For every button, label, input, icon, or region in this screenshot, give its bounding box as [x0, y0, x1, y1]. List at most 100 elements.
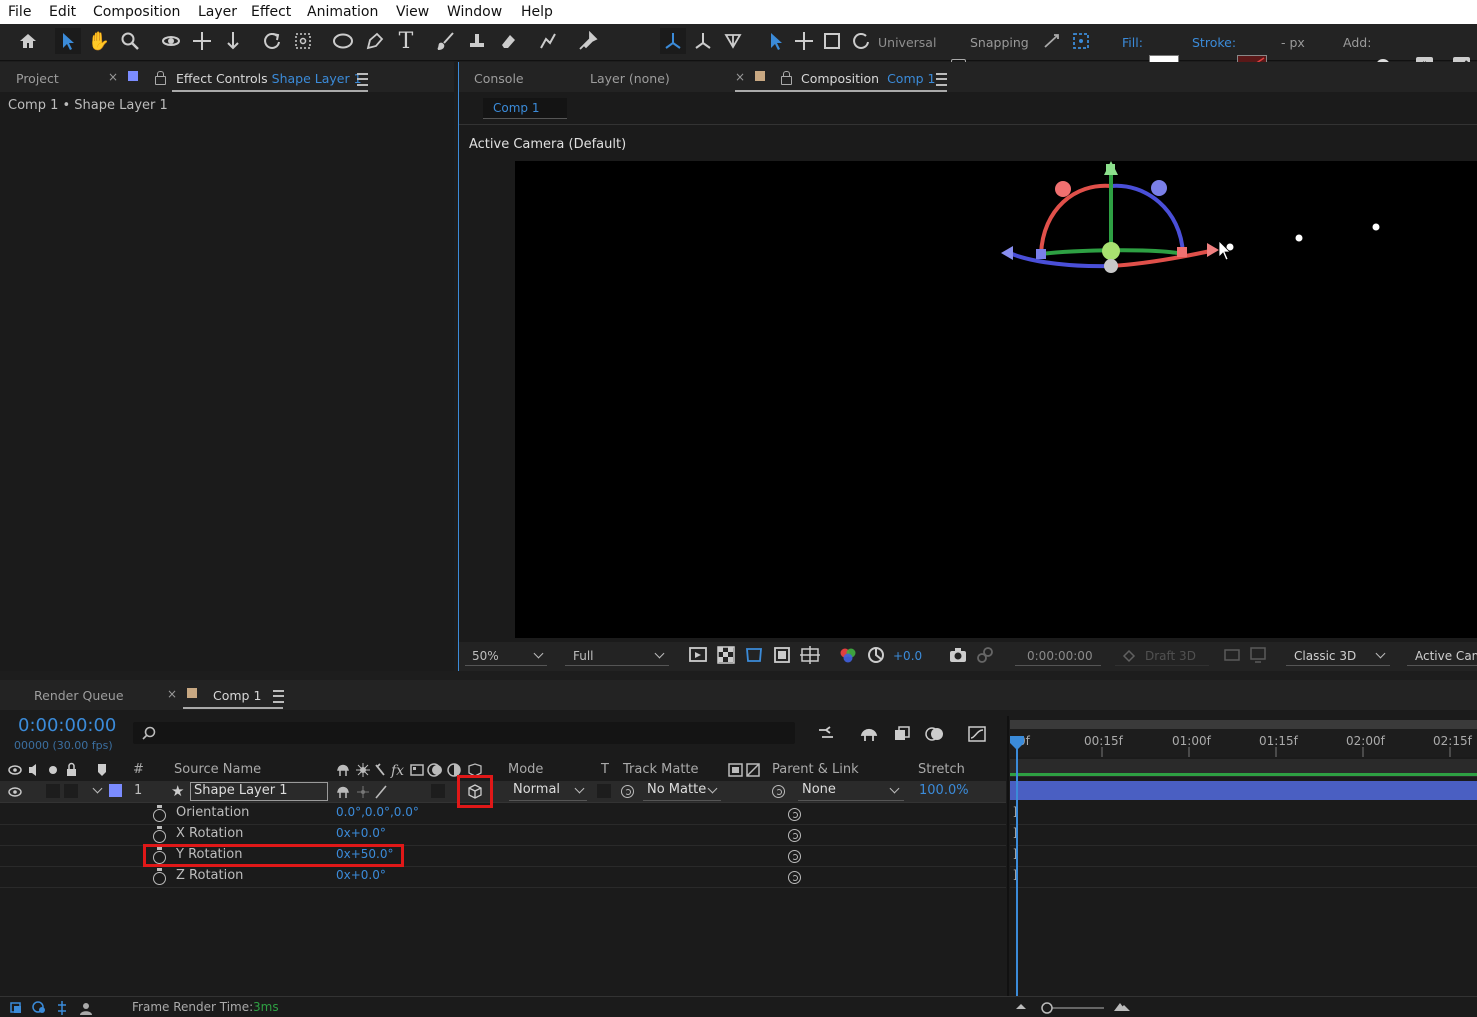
- dolly-camera-icon[interactable]: [220, 28, 246, 54]
- expression-pickwhip-icon[interactable]: [788, 829, 801, 842]
- tab-console[interactable]: Console: [474, 71, 524, 86]
- brush-tool-icon[interactable]: [433, 28, 459, 54]
- menu-effect[interactable]: Effect: [251, 4, 291, 20]
- zoom-slider[interactable]: [1014, 999, 1134, 1015]
- work-area-bar[interactable]: [1010, 720, 1477, 729]
- color-channels-icon[interactable]: [837, 644, 859, 666]
- col-parent-link[interactable]: Parent & Link: [772, 762, 859, 777]
- current-time-display[interactable]: 0:00:00:00: [18, 715, 116, 736]
- menu-file[interactable]: File: [8, 4, 31, 20]
- eraser-tool-icon[interactable]: [495, 28, 521, 54]
- shy-layers-icon[interactable]: [857, 722, 881, 746]
- stopwatch-icon[interactable]: [153, 805, 166, 822]
- layer-label-color[interactable]: [109, 784, 122, 797]
- view-axis-mode-icon[interactable]: [720, 28, 746, 54]
- preserve-transparency-toggle[interactable]: [597, 784, 611, 798]
- exposure-value[interactable]: +0.0: [893, 649, 922, 663]
- 3d-gizmo[interactable]: [515, 161, 1477, 638]
- close-icon[interactable]: ×: [167, 687, 177, 701]
- layer-name-field[interactable]: Shape Layer 1: [190, 782, 328, 801]
- layer-row[interactable]: 1 ★ Shape Layer 1 Normal No Matte None 1…: [0, 781, 1006, 803]
- track-matte-dropdown[interactable]: No Matte: [643, 782, 721, 801]
- menu-edit[interactable]: Edit: [49, 4, 76, 20]
- lock-toggle[interactable]: [64, 784, 78, 798]
- zoom-tool-icon[interactable]: [117, 28, 143, 54]
- local-axis-mode-icon[interactable]: [660, 28, 686, 54]
- layer-duration-bar[interactable]: [1017, 781, 1477, 800]
- panel-menu-icon[interactable]: [273, 690, 284, 703]
- tab-comp-timeline[interactable]: Comp 1: [213, 688, 261, 703]
- lock-icon[interactable]: [781, 71, 792, 85]
- universal-scale-icon[interactable]: [819, 28, 845, 54]
- parent-dropdown[interactable]: None: [798, 782, 904, 801]
- home-icon[interactable]: [15, 28, 41, 54]
- current-time-indicator[interactable]: [1016, 738, 1018, 996]
- timeline-search-input[interactable]: [133, 722, 795, 744]
- col-mode[interactable]: Mode: [508, 762, 543, 777]
- panel-menu-icon[interactable]: [936, 73, 947, 86]
- panel-menu-icon[interactable]: [357, 73, 368, 86]
- universal-select-icon[interactable]: [763, 28, 789, 54]
- snap-target-icon[interactable]: [1068, 28, 1094, 54]
- rotation-tool-icon[interactable]: [259, 28, 285, 54]
- resolution-dropdown[interactable]: Full: [565, 647, 669, 666]
- selection-tool-icon[interactable]: [55, 28, 81, 54]
- composition-flowchart-icon[interactable]: [815, 722, 839, 746]
- snapping-options-icon[interactable]: [1039, 28, 1065, 54]
- anchor-point-tool-icon[interactable]: [290, 28, 316, 54]
- tab-render-queue[interactable]: Render Queue: [34, 688, 124, 703]
- snapshot-camera-icon[interactable]: [947, 644, 969, 666]
- tab-layer[interactable]: Layer (none): [590, 71, 670, 86]
- universal-move-icon[interactable]: [791, 28, 817, 54]
- blend-mode-dropdown[interactable]: Normal: [509, 782, 587, 801]
- property-value[interactable]: 0.0°,0.0°,0.0°: [336, 805, 419, 819]
- stretch-value[interactable]: 100.0%: [919, 783, 969, 798]
- pan-camera-icon[interactable]: [189, 28, 215, 54]
- col-stretch[interactable]: Stretch: [918, 762, 965, 777]
- draft-3d-toggle[interactable]: Draft 3D: [1115, 647, 1209, 666]
- mask-visibility-icon[interactable]: [743, 644, 765, 666]
- show-snapshot-icon[interactable]: [974, 644, 996, 666]
- timecode-display[interactable]: 0:00:00:00: [1015, 647, 1101, 666]
- roto-brush-tool-icon[interactable]: [535, 28, 561, 54]
- menu-layer[interactable]: Layer: [198, 4, 237, 20]
- stroke-width-value[interactable]: - px: [1281, 35, 1305, 50]
- type-tool-icon[interactable]: T: [393, 28, 419, 54]
- lock-icon[interactable]: [155, 71, 166, 85]
- property-value[interactable]: 0x+0.0°: [336, 826, 386, 840]
- universal-rotate-icon[interactable]: [848, 28, 874, 54]
- menu-view[interactable]: View: [396, 4, 429, 20]
- grid-guides-icon[interactable]: [799, 644, 821, 666]
- world-axis-mode-icon[interactable]: [690, 28, 716, 54]
- frame-blending-icon[interactable]: [890, 722, 914, 746]
- transparency-grid-icon[interactable]: [715, 644, 737, 666]
- ellipse-tool-icon[interactable]: [330, 28, 356, 54]
- expand-chevron-icon[interactable]: [92, 783, 103, 794]
- solo-toggle[interactable]: [46, 784, 60, 798]
- menu-window[interactable]: Window: [447, 4, 502, 20]
- always-preview-icon[interactable]: [687, 644, 709, 666]
- property-value[interactable]: 0x+0.0°: [336, 868, 386, 882]
- graph-editor-icon[interactable]: [965, 722, 989, 746]
- close-icon[interactable]: ×: [735, 70, 745, 84]
- stopwatch-icon[interactable]: [153, 868, 166, 885]
- menu-composition[interactable]: Composition: [93, 4, 180, 20]
- expression-pickwhip-icon[interactable]: [788, 808, 801, 821]
- clone-stamp-tool-icon[interactable]: [464, 28, 490, 54]
- extended-viewer-icon[interactable]: [1221, 644, 1243, 666]
- puppet-pin-tool-icon[interactable]: [575, 28, 601, 54]
- motion-blur-icon[interactable]: [923, 722, 947, 746]
- tab-composition[interactable]: Composition Comp 1: [801, 71, 935, 86]
- adjustment-switch[interactable]: [431, 784, 445, 798]
- col-track-matte[interactable]: Track Matte: [623, 762, 699, 777]
- orbit-camera-icon[interactable]: [158, 28, 184, 54]
- parent-pickwhip-icon[interactable]: [772, 785, 785, 798]
- time-ruler[interactable]: 0f 00:15f 01:00f 01:15f 02:00f 02:15f: [1010, 720, 1477, 757]
- menu-animation[interactable]: Animation: [307, 4, 378, 20]
- renderer-dropdown[interactable]: Classic 3D: [1286, 647, 1390, 666]
- 3d-view-dropdown[interactable]: Active Cam: [1407, 647, 1477, 666]
- tab-project[interactable]: Project: [16, 71, 59, 86]
- menu-help[interactable]: Help: [521, 4, 553, 20]
- magnification-dropdown[interactable]: 50%: [465, 647, 547, 666]
- close-icon[interactable]: ×: [108, 70, 118, 84]
